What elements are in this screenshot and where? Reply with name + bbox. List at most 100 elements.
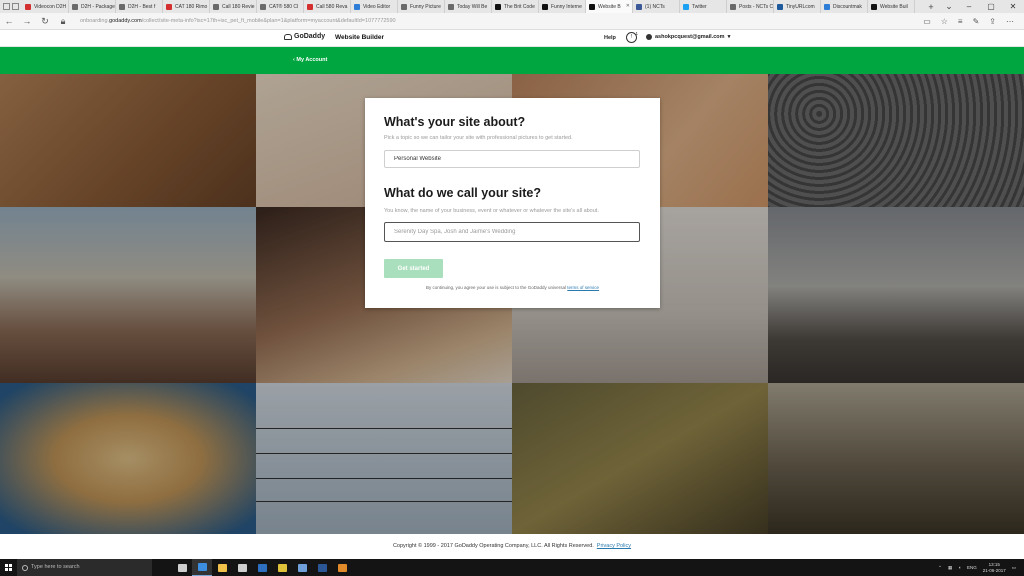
taskbar-word-icon[interactable] bbox=[312, 559, 332, 576]
notes-icon[interactable]: ✎ bbox=[973, 17, 980, 26]
browser-tab[interactable]: Call 580 Reva bbox=[304, 0, 351, 13]
tab-favicon-icon bbox=[777, 3, 783, 10]
account-email: ashokpcquest@gmail.com bbox=[655, 34, 725, 40]
tab-favicon-icon bbox=[871, 3, 877, 10]
clock[interactable]: 13:15 21-06-2017 bbox=[983, 562, 1006, 574]
product-title: Website Builder bbox=[335, 34, 385, 41]
word-icon bbox=[317, 563, 327, 572]
taskbar-mail-icon[interactable] bbox=[252, 559, 272, 576]
favorite-star-icon[interactable]: ☆ bbox=[941, 17, 948, 26]
browser-tab[interactable]: Funny Interne bbox=[539, 0, 586, 13]
tab-favicon-icon bbox=[72, 3, 78, 10]
volume-icon[interactable]: ◖ bbox=[958, 565, 961, 570]
tab-actions[interactable] bbox=[0, 0, 22, 13]
browser-tab[interactable]: Website Buil bbox=[868, 0, 915, 13]
browser-tab[interactable]: Today Will Be bbox=[445, 0, 492, 13]
help-link[interactable]: Help bbox=[604, 35, 616, 41]
windows-start-icon[interactable] bbox=[0, 559, 17, 576]
taskbar-store-icon[interactable] bbox=[232, 559, 252, 576]
minimize-button[interactable]: – bbox=[958, 0, 980, 13]
browser-tab[interactable]: Discountmak bbox=[821, 0, 868, 13]
close-tab-icon[interactable]: ✕ bbox=[626, 3, 630, 9]
store-icon bbox=[237, 563, 247, 572]
chevron-down-icon: ▾ bbox=[727, 34, 731, 40]
account-menu[interactable]: ashokpcquest@gmail.com ▾ bbox=[646, 34, 730, 40]
tab-label: Videocon D2H bbox=[34, 3, 67, 10]
tab-favicon-icon bbox=[307, 3, 313, 10]
terms-of-service-link[interactable]: terms of service bbox=[567, 285, 599, 290]
browser-tab[interactable]: Call 180 Revie bbox=[210, 0, 257, 13]
forward-button[interactable]: → bbox=[18, 16, 36, 26]
notifications-bell-icon[interactable]: ! 1 bbox=[626, 31, 638, 43]
tab-favicon-icon bbox=[683, 3, 689, 10]
refresh-icon[interactable]: ↻ bbox=[36, 16, 54, 27]
privacy-policy-link[interactable]: Privacy Policy bbox=[597, 543, 631, 549]
new-tab-button[interactable]: + bbox=[922, 0, 940, 13]
taskbar-file-explorer-icon[interactable] bbox=[212, 559, 232, 576]
site-name-input[interactable] bbox=[384, 222, 640, 242]
browser-tab[interactable]: Posts - NCTs C bbox=[727, 0, 774, 13]
language-indicator[interactable]: ENG bbox=[967, 565, 977, 570]
share-icon[interactable]: ⇪ bbox=[989, 17, 996, 26]
tab-label: (1) NCTs bbox=[645, 3, 665, 10]
browser-tab[interactable]: Website B ✕ bbox=[586, 0, 633, 13]
tray-chevron-icon[interactable]: ⌃ bbox=[938, 565, 942, 571]
tab-label: Call 180 Revie bbox=[222, 3, 255, 10]
site-name-heading: What do we call your site? bbox=[384, 186, 541, 200]
media-icon bbox=[337, 563, 347, 572]
site-topic-input[interactable] bbox=[384, 150, 640, 168]
taskbar-task-view-icon[interactable] bbox=[172, 559, 192, 576]
browser-tab[interactable]: The Brit Code bbox=[492, 0, 539, 13]
site-name-help: You know, the name of your business, eve… bbox=[384, 208, 599, 214]
browser-tab[interactable]: D2H - Best f bbox=[116, 0, 163, 13]
browser-tab[interactable]: TinyURLcom bbox=[774, 0, 821, 13]
tab-favicon-icon bbox=[401, 3, 407, 10]
browser-tabs: Videocon D2H D2H - Packages D2H - Best f CA… bbox=[22, 0, 922, 13]
taskbar-media-icon[interactable] bbox=[332, 559, 352, 576]
chrome-icon bbox=[277, 563, 287, 572]
back-button[interactable]: ← bbox=[0, 16, 18, 26]
taskbar-apps bbox=[172, 559, 352, 576]
browser-tab[interactable]: CAT® 580 CI bbox=[257, 0, 304, 13]
clock-date: 21-06-2017 bbox=[982, 567, 1006, 573]
show-tabs-icon[interactable] bbox=[12, 3, 19, 10]
browser-tab[interactable]: Video Editor bbox=[351, 0, 398, 13]
more-icon[interactable]: ⋯ bbox=[1006, 17, 1014, 26]
browser-tab[interactable]: Twitter bbox=[680, 0, 727, 13]
tabs-aside-icon[interactable] bbox=[3, 3, 10, 10]
tab-label: Discountmak bbox=[833, 3, 862, 10]
site-topic-help: Pick a topic so we can tailor your site … bbox=[384, 135, 573, 141]
browser-tab[interactable]: (1) NCTs bbox=[633, 0, 680, 13]
browser-tab[interactable]: D2H - Packages bbox=[69, 0, 116, 13]
taskbar-search-box[interactable]: Type here to search bbox=[17, 559, 152, 576]
tab-label: Website B bbox=[598, 3, 621, 10]
godaddy-logo[interactable]: GoDaddy bbox=[284, 33, 325, 40]
url-prefix: onboarding. bbox=[80, 18, 110, 24]
taskbar-photos-icon[interactable] bbox=[292, 559, 312, 576]
tab-favicon-icon bbox=[213, 3, 219, 10]
page: Videocon D2H D2H - Packages D2H - Best f CA… bbox=[0, 0, 1024, 576]
my-account-link[interactable]: ‹ My Account bbox=[293, 57, 327, 63]
mail-icon bbox=[257, 563, 267, 572]
tab-label: Today Will Be bbox=[457, 3, 488, 10]
taskbar-edge-icon[interactable] bbox=[192, 559, 212, 576]
get-started-button[interactable]: Get started bbox=[384, 259, 443, 278]
tab-list-chevron-icon[interactable]: ⌄ bbox=[940, 0, 958, 13]
maximize-button[interactable]: ▢ bbox=[980, 0, 1002, 13]
network-icon[interactable]: ▦ bbox=[948, 565, 952, 571]
reading-view-icon[interactable]: ▭ bbox=[923, 17, 931, 26]
system-tray: ⌃ ▦ ◖ ENG 13:15 21-06-2017 ▭ bbox=[938, 562, 1024, 574]
url-field[interactable]: onboarding.godaddy.com/collect/site-meta… bbox=[80, 18, 923, 24]
browser-tab[interactable]: CAT 180 Rimo bbox=[163, 0, 210, 13]
hub-icon[interactable]: ≡ bbox=[958, 17, 963, 26]
taskbar-chrome-icon[interactable] bbox=[272, 559, 292, 576]
tab-favicon-icon bbox=[119, 3, 125, 10]
browser-tab[interactable]: Funny Picture bbox=[398, 0, 445, 13]
action-center-icon[interactable]: ▭ bbox=[1012, 565, 1016, 571]
close-window-button[interactable]: ✕ bbox=[1002, 0, 1024, 13]
tab-label: Website Buil bbox=[880, 3, 908, 10]
tab-label: CAT 180 Rimo bbox=[175, 3, 208, 10]
page-footer: Copyright © 1999 - 2017 GoDaddy Operatin… bbox=[0, 534, 1024, 559]
browser-tab[interactable]: Videocon D2H bbox=[22, 0, 69, 13]
user-icon bbox=[646, 34, 652, 40]
